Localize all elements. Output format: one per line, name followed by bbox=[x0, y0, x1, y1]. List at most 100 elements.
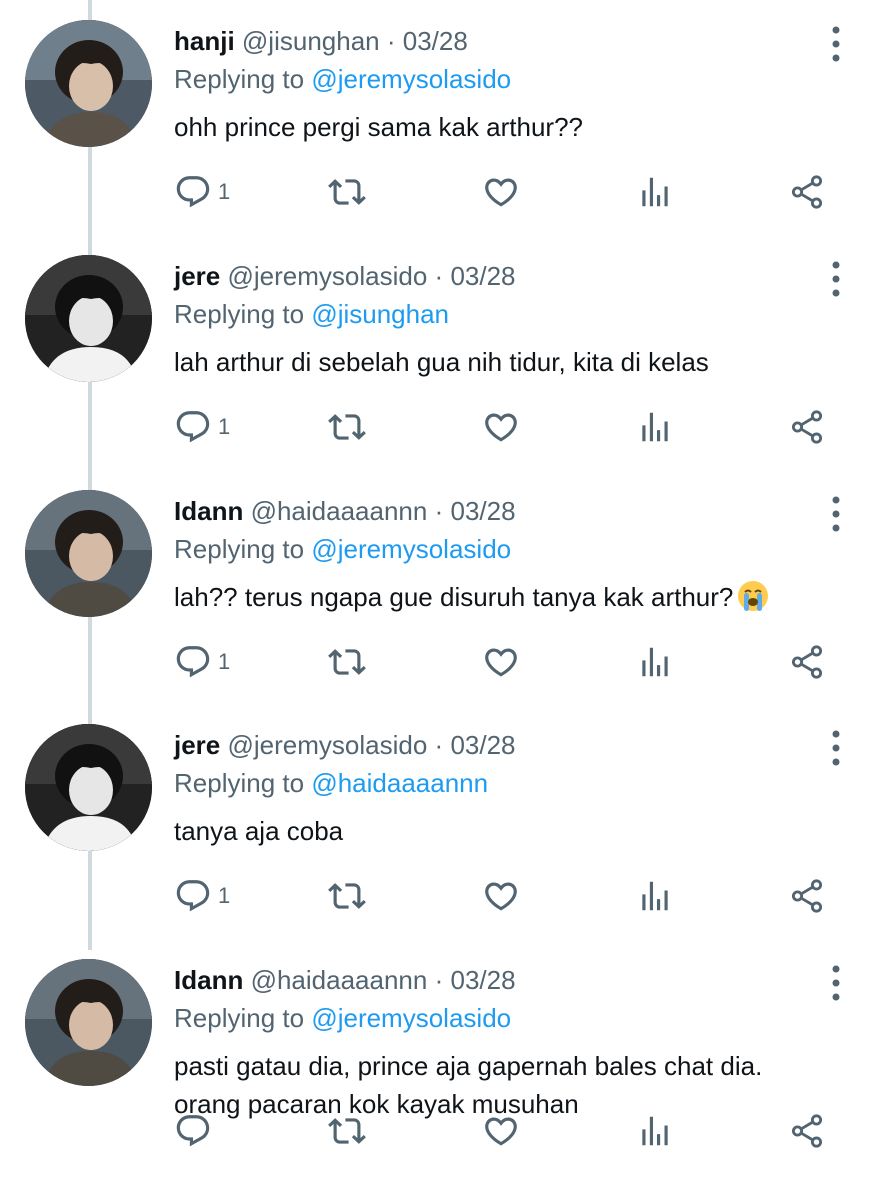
replying-to-label: Replying to bbox=[174, 299, 305, 329]
profile-photo-idann-icon bbox=[25, 959, 152, 1086]
replying-to-line: Replying to @jisunghan bbox=[174, 297, 449, 331]
like-button[interactable] bbox=[482, 170, 520, 214]
views-button[interactable] bbox=[636, 640, 674, 684]
tweet-text-line: pasti gatau dia, prince aja gapernah bal… bbox=[174, 1051, 763, 1081]
reply-icon bbox=[174, 173, 212, 211]
tweet-date[interactable]: 03/28 bbox=[450, 730, 515, 760]
share-icon bbox=[788, 643, 826, 681]
share-button[interactable] bbox=[788, 170, 826, 214]
retweet-button[interactable] bbox=[328, 1109, 366, 1153]
tweet-date[interactable]: 03/28 bbox=[450, 261, 515, 291]
user-handle[interactable]: @jeremysolasido bbox=[228, 730, 428, 760]
replying-to-label: Replying to bbox=[174, 768, 305, 798]
share-button[interactable] bbox=[788, 874, 826, 918]
share-button[interactable] bbox=[788, 640, 826, 684]
replying-to-label: Replying to bbox=[174, 1003, 305, 1033]
tweet-date[interactable]: 03/28 bbox=[451, 965, 516, 995]
tweet-actions: 1 bbox=[174, 640, 844, 684]
retweet-button[interactable] bbox=[328, 405, 366, 449]
like-icon bbox=[482, 643, 520, 681]
views-button[interactable] bbox=[636, 874, 674, 918]
replying-to-handle[interactable]: @jeremysolasido bbox=[311, 64, 511, 94]
display-name[interactable]: hanji bbox=[174, 26, 235, 56]
display-name[interactable]: jere bbox=[174, 261, 220, 291]
more-icon[interactable] bbox=[826, 494, 846, 534]
tweet[interactable]: Idann @haidaaaannn · 03/28 Replying to @… bbox=[0, 470, 887, 704]
like-icon bbox=[482, 1112, 520, 1150]
views-button[interactable] bbox=[636, 405, 674, 449]
retweet-icon bbox=[328, 877, 366, 915]
share-icon bbox=[788, 173, 826, 211]
separator-dot: · bbox=[434, 496, 444, 526]
user-handle[interactable]: @jisunghan bbox=[242, 26, 380, 56]
avatar[interactable] bbox=[25, 255, 152, 382]
tweet-date[interactable]: 03/28 bbox=[451, 496, 516, 526]
views-icon bbox=[636, 877, 674, 915]
retweet-button[interactable] bbox=[328, 170, 366, 214]
more-icon[interactable] bbox=[826, 24, 846, 64]
views-button[interactable] bbox=[636, 170, 674, 214]
reply-icon bbox=[174, 1112, 212, 1150]
tweet-actions: 1 bbox=[174, 874, 844, 918]
like-button[interactable] bbox=[482, 874, 520, 918]
user-handle[interactable]: @jeremysolasido bbox=[228, 261, 428, 291]
tweet-header: jere @jeremysolasido · 03/28 bbox=[174, 259, 516, 293]
display-name[interactable]: Idann bbox=[174, 965, 243, 995]
retweet-button[interactable] bbox=[328, 640, 366, 684]
retweet-button[interactable] bbox=[328, 874, 366, 918]
tweet-date[interactable]: 03/28 bbox=[403, 26, 468, 56]
like-button[interactable] bbox=[482, 640, 520, 684]
reply-button[interactable] bbox=[174, 1109, 218, 1153]
profile-photo-hanji-icon bbox=[25, 20, 152, 147]
tweet[interactable]: hanji @jisunghan · 03/28 Replying to @je… bbox=[0, 0, 887, 234]
reply-button[interactable]: 1 bbox=[174, 874, 230, 918]
views-icon bbox=[636, 173, 674, 211]
like-button[interactable] bbox=[482, 1109, 520, 1153]
tweet[interactable]: Idann @haidaaaannn · 03/28 Replying to @… bbox=[0, 939, 887, 1173]
tweet-actions bbox=[174, 1109, 844, 1153]
display-name[interactable]: jere bbox=[174, 730, 220, 760]
reply-button[interactable]: 1 bbox=[174, 170, 230, 214]
tweet[interactable]: jere @jeremysolasido · 03/28 Replying to… bbox=[0, 235, 887, 469]
tweet-header: Idann @haidaaaannn · 03/28 bbox=[174, 494, 516, 528]
like-button[interactable] bbox=[482, 405, 520, 449]
separator-dot: · bbox=[434, 730, 444, 760]
replying-to-line: Replying to @jeremysolasido bbox=[174, 532, 511, 566]
reply-count: 1 bbox=[218, 649, 231, 674]
share-button[interactable] bbox=[788, 1109, 826, 1153]
replying-to-line: Replying to @jeremysolasido bbox=[174, 1001, 511, 1035]
user-handle[interactable]: @haidaaaannn bbox=[251, 965, 428, 995]
reply-button[interactable]: 1 bbox=[174, 640, 230, 684]
avatar[interactable] bbox=[25, 959, 152, 1086]
avatar[interactable] bbox=[25, 490, 152, 617]
retweet-icon bbox=[328, 643, 366, 681]
reply-button[interactable]: 1 bbox=[174, 405, 230, 449]
share-icon bbox=[788, 408, 826, 446]
user-handle[interactable]: @haidaaaannn bbox=[251, 496, 428, 526]
reply-icon bbox=[174, 643, 212, 681]
reply-icon bbox=[174, 408, 212, 446]
tweet[interactable]: jere @jeremysolasido · 03/28 Replying to… bbox=[0, 704, 887, 938]
more-icon[interactable] bbox=[826, 259, 846, 299]
share-button[interactable] bbox=[788, 405, 826, 449]
avatar[interactable] bbox=[25, 724, 152, 851]
views-button[interactable] bbox=[636, 1109, 674, 1153]
more-icon[interactable] bbox=[826, 728, 846, 768]
retweet-icon bbox=[328, 1112, 366, 1150]
avatar[interactable] bbox=[25, 20, 152, 147]
replying-to-handle[interactable]: @haidaaaannn bbox=[311, 768, 488, 798]
replying-to-handle[interactable]: @jisunghan bbox=[311, 299, 449, 329]
tweet-text: lah?? terus ngapa gue disuruh tanya kak … bbox=[174, 578, 854, 616]
replying-to-handle[interactable]: @jeremysolasido bbox=[311, 534, 511, 564]
share-icon bbox=[788, 877, 826, 915]
views-icon bbox=[636, 1112, 674, 1150]
tweet-text: ohh prince pergi sama kak arthur?? bbox=[174, 108, 854, 146]
more-icon[interactable] bbox=[826, 963, 846, 1003]
display-name[interactable]: Idann bbox=[174, 496, 243, 526]
replying-to-handle[interactable]: @jeremysolasido bbox=[311, 1003, 511, 1033]
like-icon bbox=[482, 173, 520, 211]
tweet-header: Idann @haidaaaannn · 03/28 bbox=[174, 963, 516, 997]
replying-to-line: Replying to @haidaaaannn bbox=[174, 766, 488, 800]
separator-dot: · bbox=[434, 965, 444, 995]
tweet-text-line: ohh prince pergi sama kak arthur?? bbox=[174, 112, 584, 142]
